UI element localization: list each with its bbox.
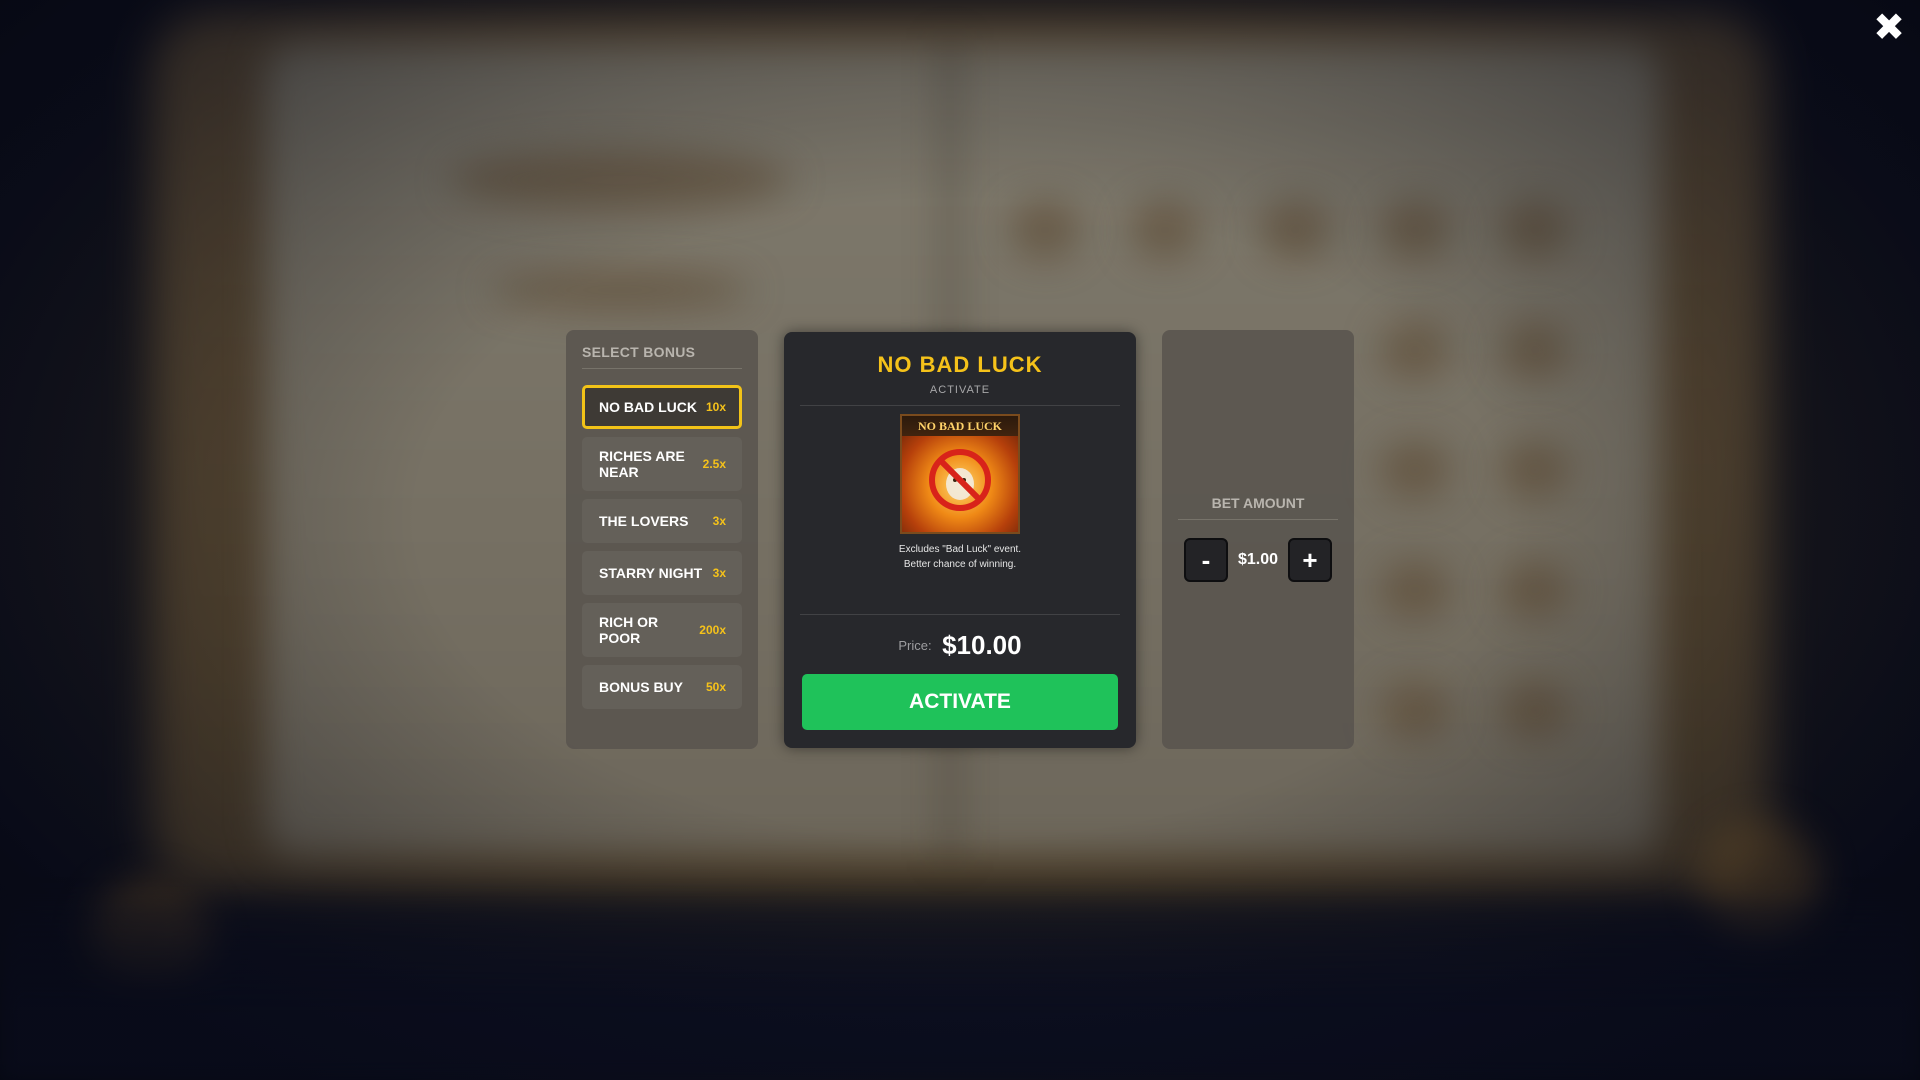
bet-amount-heading: BET AMOUNT <box>1178 495 1338 520</box>
bonus-option-bonus-buy[interactable]: BONUS BUY 50x <box>582 665 742 709</box>
price-value: $10.00 <box>942 630 1022 660</box>
bonus-option-multiplier: 10x <box>705 400 726 414</box>
select-bonus-panel: SELECT BONUS NO BAD LUCK 10x RICHES ARE … <box>566 330 758 749</box>
bonus-option-rich-or-poor[interactable]: RICH OR POOR 200x <box>582 603 742 657</box>
price-label: Price: <box>898 638 932 653</box>
bonus-option-multiplier: 3x <box>712 566 726 580</box>
bonus-option-multiplier: 200x <box>699 623 726 637</box>
close-icon[interactable]: ✖ <box>1872 8 1906 46</box>
price-row: Price: $10.00 <box>784 630 1136 661</box>
bonus-option-label: NO BAD LUCK <box>599 399 697 415</box>
bet-amount-panel: BET AMOUNT - $1.00 + <box>1162 330 1354 749</box>
bonus-artwork-banner: NO BAD LUCK <box>902 416 1018 436</box>
card-divider <box>800 614 1120 615</box>
bonus-detail-card: NO BAD LUCK ACTIVATE NO BAD LUCK Exclude… <box>784 332 1136 748</box>
bonus-option-multiplier: 3x <box>712 514 726 528</box>
bonus-option-multiplier: 50x <box>705 680 726 694</box>
bet-amount-stepper: - $1.00 + <box>1162 538 1354 582</box>
decrease-bet-button[interactable]: - <box>1183 538 1228 582</box>
bonus-option-no-bad-luck[interactable]: NO BAD LUCK 10x <box>582 385 742 429</box>
activate-button[interactable]: ACTIVATE <box>802 674 1118 730</box>
bonus-artwork: NO BAD LUCK <box>900 414 1020 534</box>
bonus-option-riches-are-near[interactable]: RICHES ARE NEAR 2.5x <box>582 437 742 491</box>
bonus-title: NO BAD LUCK <box>877 352 1043 377</box>
bonus-option-label: THE LOVERS <box>599 513 689 529</box>
bet-amount-value: $1.00 <box>1237 551 1279 568</box>
bonus-option-the-lovers[interactable]: THE LOVERS 3x <box>582 499 742 543</box>
bonus-description-line: Better chance of winning. <box>903 559 1017 570</box>
bonus-description: Excludes "Bad Luck" event. Better chance… <box>800 542 1120 572</box>
bonus-option-label: RICH OR POOR <box>599 614 659 646</box>
increase-bet-button[interactable]: + <box>1288 538 1333 582</box>
bonus-description-line: Excludes "Bad Luck" event. <box>898 544 1022 555</box>
select-bonus-heading: SELECT BONUS <box>582 344 742 369</box>
bonus-subtitle: ACTIVATE <box>800 384 1120 406</box>
bonus-option-starry-night[interactable]: STARRY NIGHT 3x <box>582 551 742 595</box>
bonus-option-multiplier: 2.5x <box>702 457 726 471</box>
bonus-option-label: STARRY NIGHT <box>599 565 703 581</box>
bonus-option-label: BONUS BUY <box>599 679 684 695</box>
no-bad-luck-icon <box>929 449 991 511</box>
bonus-option-label: RICHES ARE NEAR <box>599 448 685 480</box>
